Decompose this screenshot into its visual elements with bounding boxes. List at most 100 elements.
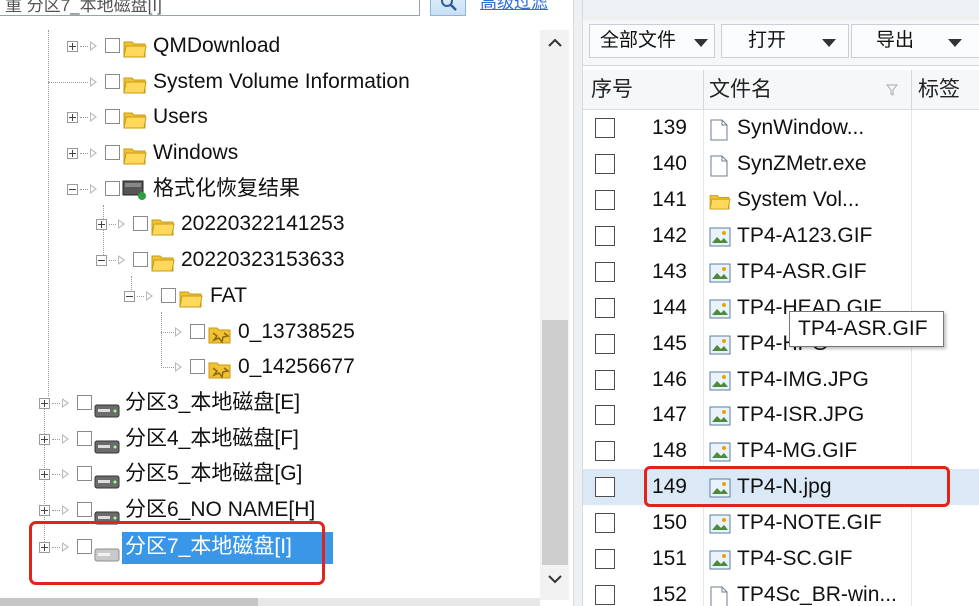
tree-item-label: 格式化恢复结果 — [153, 177, 300, 200]
folder-icon — [179, 285, 203, 319]
panel-splitter[interactable] — [573, 0, 583, 606]
image-icon — [709, 550, 731, 575]
row-checkbox[interactable] — [595, 441, 615, 461]
row-checkbox[interactable] — [595, 190, 615, 210]
open-button[interactable]: 打开 — [721, 24, 849, 58]
search-button[interactable] — [430, 0, 466, 16]
tree-checkbox[interactable] — [105, 145, 120, 160]
file-name: TP4-A123.GIF — [737, 224, 873, 247]
row-checkbox[interactable] — [595, 262, 615, 282]
tree-item-system-volume-information[interactable]: System Volume Information — [0, 65, 540, 99]
filter-label: 全部文件 — [600, 30, 677, 51]
tree-node-arrow-icon — [90, 112, 97, 122]
column-header-index[interactable]: 序号 — [591, 70, 633, 110]
tree-item-qmdownload[interactable]: QMDownload — [0, 29, 540, 63]
folder-icon — [151, 249, 175, 283]
tree-checkbox[interactable] — [190, 324, 205, 339]
tree-horizontal-scrollbar-thumb[interactable] — [0, 598, 258, 606]
chevron-down-icon — [822, 39, 836, 47]
search-input[interactable]: 重 分区7_本地磁盘[I] — [0, 0, 420, 16]
scroll-down-arrow-icon[interactable] — [546, 570, 564, 588]
tree-item-windows[interactable]: Windows — [0, 136, 540, 170]
row-checkbox[interactable] — [595, 298, 615, 318]
file-tag-cell — [911, 577, 979, 606]
tree-item-partition-5[interactable]: 分区5_本地磁盘[G] — [0, 457, 540, 491]
file-tag-cell — [911, 254, 979, 290]
expand-toggle[interactable] — [67, 112, 78, 123]
tree-item-0-13738525[interactable]: 0_13738525 — [0, 315, 540, 349]
tree-item-partition-4[interactable]: 分区4_本地磁盘[F] — [0, 422, 540, 456]
tree-item-users[interactable]: Users — [0, 100, 540, 134]
row-checkbox[interactable] — [595, 405, 615, 425]
column-header-filename[interactable]: 文件名 — [709, 70, 772, 110]
file-tag-cell — [911, 362, 979, 398]
tree-checkbox[interactable] — [161, 288, 176, 303]
row-checkbox[interactable] — [595, 585, 615, 605]
file-row[interactable]: 150 TP4-NOTE.GIF — [583, 505, 979, 541]
tree-node-arrow-icon — [90, 184, 97, 194]
file-type-filter-dropdown[interactable]: 全部文件 — [589, 24, 715, 58]
tree-checkbox[interactable] — [77, 431, 92, 446]
row-checkbox[interactable] — [595, 370, 615, 390]
chevron-down-icon — [948, 39, 962, 47]
row-index: 148 — [651, 439, 687, 462]
expand-toggle[interactable] — [39, 434, 50, 445]
collapse-toggle[interactable] — [124, 291, 135, 302]
file-tag-cell — [911, 182, 979, 218]
file-row[interactable]: 147 TP4-ISR.JPG — [583, 397, 979, 433]
tree-item-0-14256677[interactable]: 0_14256677 — [0, 350, 540, 384]
tree-scrollbar-thumb[interactable] — [542, 320, 568, 565]
tree-checkbox[interactable] — [133, 252, 148, 267]
file-row[interactable]: 151 TP4-SC.GIF — [583, 541, 979, 577]
row-checkbox[interactable] — [595, 334, 615, 354]
row-checkbox[interactable] — [595, 226, 615, 246]
tree-checkbox[interactable] — [105, 181, 120, 196]
tree-item-label: 0_13738525 — [238, 320, 355, 343]
tree-item-20220323153633[interactable]: 20220323153633 — [0, 243, 540, 277]
file-row[interactable]: 140 SynZMetr.exe — [583, 146, 979, 182]
file-row[interactable]: 142 TP4-A123.GIF — [583, 218, 979, 254]
collapse-toggle[interactable] — [67, 184, 78, 195]
expand-toggle[interactable] — [39, 505, 50, 516]
row-checkbox[interactable] — [595, 154, 615, 174]
file-row[interactable]: 141 System Vol... — [583, 182, 979, 218]
tree-checkbox[interactable] — [105, 109, 120, 124]
tree-checkbox[interactable] — [77, 395, 92, 410]
file-name: SynWindow... — [737, 116, 865, 139]
file-row[interactable]: 143 TP4-ASR.GIF — [583, 254, 979, 290]
tree-checkbox[interactable] — [77, 466, 92, 481]
column-filter-icon[interactable] — [885, 83, 899, 101]
collapse-toggle[interactable] — [96, 255, 107, 266]
file-row[interactable]: 152 TP4Sc_BR-win... — [583, 577, 979, 606]
row-checkbox[interactable] — [595, 513, 615, 533]
file-row[interactable]: 146 TP4-IMG.JPG — [583, 362, 979, 398]
row-checkbox[interactable] — [595, 477, 615, 497]
file-row[interactable]: 139 SynWindow... — [583, 110, 979, 146]
expand-toggle[interactable] — [39, 469, 50, 480]
expand-toggle[interactable] — [67, 41, 78, 52]
row-checkbox[interactable] — [595, 549, 615, 569]
tree-item-format-recovery-results[interactable]: 格式化恢复结果 — [0, 172, 540, 206]
scroll-up-arrow-icon[interactable] — [546, 34, 564, 52]
file-list-panel: 全部文件 打开 导出 序号 文件名 标签 139 SynWindow... 14… — [583, 0, 979, 606]
expand-toggle[interactable] — [39, 398, 50, 409]
file-list-header: 序号 文件名 标签 — [583, 70, 979, 110]
expand-toggle[interactable] — [96, 219, 107, 230]
tree-checkbox[interactable] — [77, 502, 92, 517]
tree-item-20220322141253[interactable]: 20220322141253 — [0, 207, 540, 241]
tree-item-label: 分区5_本地磁盘[G] — [125, 462, 303, 485]
tree-checkbox[interactable] — [105, 38, 120, 53]
row-checkbox[interactable] — [595, 118, 615, 138]
file-row[interactable]: 148 TP4-MG.GIF — [583, 433, 979, 469]
column-header-tag[interactable]: 标签 — [918, 70, 960, 110]
tree-checkbox[interactable] — [133, 216, 148, 231]
advanced-filter-link[interactable]: 高级过滤 — [480, 0, 548, 13]
tree-item-fat[interactable]: FAT — [0, 279, 540, 313]
export-button[interactable]: 导出 — [851, 24, 979, 58]
folder-icon — [123, 106, 147, 140]
tree-checkbox[interactable] — [190, 359, 205, 374]
expand-toggle[interactable] — [67, 148, 78, 159]
tree-node-arrow-icon — [90, 77, 97, 87]
tree-item-partition-3[interactable]: 分区3_本地磁盘[E] — [0, 386, 540, 420]
tree-checkbox[interactable] — [105, 74, 120, 89]
